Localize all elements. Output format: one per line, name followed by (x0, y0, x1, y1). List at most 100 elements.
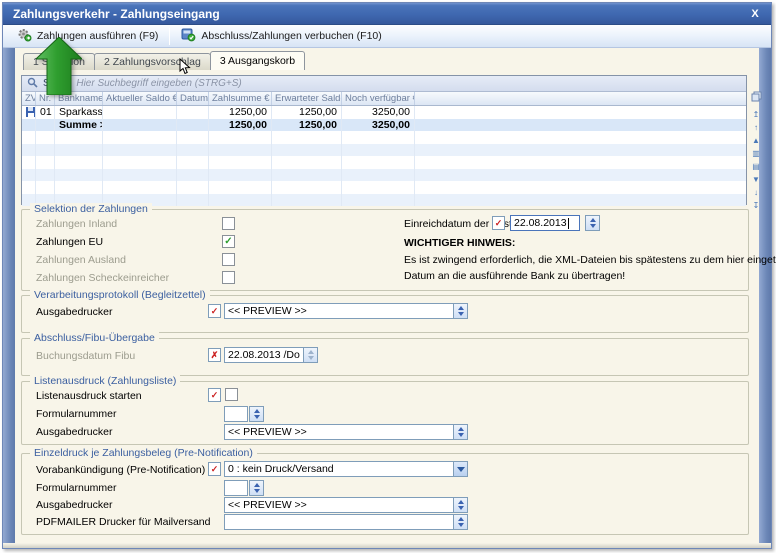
ausgabedrucker-spinner[interactable] (453, 303, 468, 319)
ausgabedrucker-select[interactable]: << PREVIEW >> (224, 497, 454, 513)
col-header-zahlsumme[interactable]: Zahlsumme € (209, 92, 272, 105)
mandatory-check-icon[interactable]: ✓ (208, 304, 221, 318)
ausgabedrucker-label: Ausgabedrucker (36, 499, 112, 511)
tab-ausgangskorb[interactable]: 3 Ausgangskorb (210, 51, 305, 70)
pdfmailer-field[interactable] (224, 514, 454, 530)
ausgabedrucker-select[interactable]: << PREVIEW >> (224, 424, 454, 440)
formularnummer-spinner[interactable] (249, 480, 264, 496)
column-chooser-icon[interactable] (751, 91, 762, 104)
ausgabedrucker-spinner[interactable] (453, 497, 468, 513)
table-row[interactable]: 01 Sparkasse 1250,00 1250,00 3250,00 (22, 106, 746, 119)
close-icon[interactable]: X (747, 3, 763, 25)
aktueller-saldo-cell (103, 106, 177, 119)
buchungsdatum-field[interactable]: 22.08.2013 /Do (224, 347, 304, 363)
nav-rows-icon[interactable]: ▤ (752, 160, 760, 173)
listenausdruck-starten-label: Listenausdruck starten (36, 390, 142, 402)
execute-payments-button[interactable]: Zahlungen ausführen (F9) (9, 27, 166, 46)
vorabankuendigung-select[interactable]: 0 : kein Druck/Versand (224, 461, 454, 477)
col-header-filler (415, 92, 746, 105)
toolbar: Zahlungen ausführen (F9) Abschluss/Zahlu… (3, 25, 771, 48)
floppy-icon (26, 107, 36, 117)
application-window: Zahlungsverkehr - Zahlungseingang X Zahl… (0, 0, 776, 553)
formularnummer-field[interactable] (224, 480, 248, 496)
buchungsdatum-spinner[interactable] (303, 347, 318, 363)
noch-verfuegbar-cell: 3250,00 (342, 106, 415, 119)
formularnummer-label: Formularnummer (36, 482, 117, 494)
zv-cell (22, 106, 36, 119)
tab-zahlungsvorschlag[interactable]: 2 Zahlungsvorschlag (94, 53, 211, 70)
empty-row (22, 131, 746, 144)
post-payments-button[interactable]: Abschluss/Zahlungen verbuchen (F10) (173, 27, 389, 46)
hinweis-title: WICHTIGER HINWEIS: (404, 237, 515, 249)
nav-first-icon[interactable]: ↥ (753, 108, 760, 121)
checkbox-label-scheckeinreicher: Zahlungen Scheckeinreicher (36, 272, 169, 284)
zahlsumme-cell: 1250,00 (209, 106, 272, 119)
group-verarbeitungsprotokoll: Verarbeitungsprotokoll (Begleitzettel) A… (21, 295, 749, 333)
group-listenausdruck: Listenausdruck (Zahlungsliste) Listenaus… (21, 381, 749, 445)
grid-nav-strip: ↥ ↑ ▲ ▥ ▤ ▼ ↓ ↧ (749, 91, 763, 209)
erwarteter-saldo-cell: 1250,00 (272, 106, 342, 119)
checkbox-zahlungen-scheckeinreicher[interactable] (222, 271, 235, 284)
sum-erwarteter-saldo: 1250,00 (272, 119, 342, 132)
ausgabedrucker-spinner[interactable] (453, 424, 468, 440)
checkbox-label-ausland: Zahlungen Ausland (36, 254, 126, 266)
checkbox-zahlungen-inland[interactable] (222, 217, 235, 230)
group-selektion-title: Selektion der Zahlungen (30, 203, 152, 215)
formularnummer-field[interactable] (224, 406, 248, 422)
nav-up-icon[interactable]: ↑ (754, 121, 758, 134)
pdfmailer-label: PDFMAILER Drucker für Mailversand (36, 516, 210, 528)
grid-header-row[interactable]: ZV Nr. Bankname Aktueller Saldo € Datum … (22, 92, 746, 106)
vorabankuendigung-label: Vorabankündigung (Pre-Notification) (36, 464, 205, 476)
einreichdatum-field[interactable]: 22.08.2013 (510, 215, 580, 231)
checkbox-zahlungen-eu[interactable]: ✓ (222, 235, 235, 248)
hinweis-line2: Datum an die ausführende Bank zu übertra… (404, 270, 625, 282)
nav-down-icon[interactable]: ↓ (754, 186, 758, 199)
window-title: Zahlungsverkehr - Zahlungseingang (13, 7, 220, 21)
nav-position-icon[interactable]: ▥ (752, 147, 760, 160)
nr-cell: 01 (36, 106, 55, 119)
formularnummer-label: Formularnummer (36, 408, 117, 420)
ausgabedrucker-label: Ausgabedrucker (36, 426, 112, 438)
group-einzeldruck-title: Einzeldruck je Zahlungsbeleg (Pre-Notifi… (30, 447, 257, 459)
text-caret (568, 218, 569, 229)
mandatory-check-icon[interactable]: ✓ (492, 216, 505, 230)
empty-row (22, 169, 746, 182)
ausgabedrucker-label: Ausgabedrucker (36, 306, 112, 318)
book-check-icon (181, 28, 196, 45)
col-header-erwarteter-saldo[interactable]: Erwarteter Saldo € (272, 92, 342, 105)
group-verarbeitungsprotokoll-title: Verarbeitungsprotokoll (Begleitzettel) (30, 289, 210, 301)
col-header-aktueller-saldo[interactable]: Aktueller Saldo € (103, 92, 177, 105)
green-highlight-arrow (36, 37, 82, 100)
mandatory-check-icon[interactable]: ✓ (208, 462, 221, 476)
col-header-datum[interactable]: Datum (177, 92, 209, 105)
listenausdruck-starten-checkbox[interactable] (225, 388, 238, 401)
empty-row (22, 181, 746, 194)
nav-last-icon[interactable]: ↧ (753, 199, 760, 212)
buchungsdatum-label: Buchungsdatum Fibu (36, 350, 135, 362)
gear-run-icon (17, 28, 32, 45)
empty-row (22, 144, 746, 157)
ausgabedrucker-select[interactable]: << PREVIEW >> (224, 303, 454, 319)
toolbar-separator (169, 28, 170, 45)
nav-prev-icon[interactable]: ▲ (752, 134, 760, 147)
post-payments-label: Abschluss/Zahlungen verbuchen (F10) (201, 30, 381, 42)
sum-zahlsumme: 1250,00 (209, 119, 272, 132)
mandatory-check-icon[interactable]: ✓ (208, 388, 221, 402)
left-frame-strip (3, 48, 15, 543)
empty-row (22, 156, 746, 169)
checkbox-zahlungen-ausland[interactable] (222, 253, 235, 266)
group-selektion: Selektion der Zahlungen Zahlungen Inland… (21, 209, 749, 291)
vorabankuendigung-dropdown-button[interactable] (453, 461, 468, 477)
nav-next-icon[interactable]: ▼ (752, 173, 760, 186)
col-header-noch-verfuegbar[interactable]: Noch verfügbar € (342, 92, 415, 105)
datum-cell (177, 106, 209, 119)
formularnummer-spinner[interactable] (249, 406, 264, 422)
einreichdatum-spinner[interactable] (585, 215, 600, 231)
bankname-cell: Sparkasse (55, 106, 103, 119)
mandatory-cross-icon[interactable]: ✗ (208, 348, 221, 362)
checkbox-label-inland: Zahlungen Inland (36, 218, 117, 230)
pdfmailer-spinner[interactable] (453, 514, 468, 530)
grid-search-bar[interactable]: Suche Hier Suchbegriff eingeben (STRG+S) (22, 76, 746, 92)
client-area: 1 Selektion 2 Zahlungsvorschlag 3 Ausgan… (3, 48, 771, 548)
col-header-zv[interactable]: ZV (22, 92, 36, 105)
